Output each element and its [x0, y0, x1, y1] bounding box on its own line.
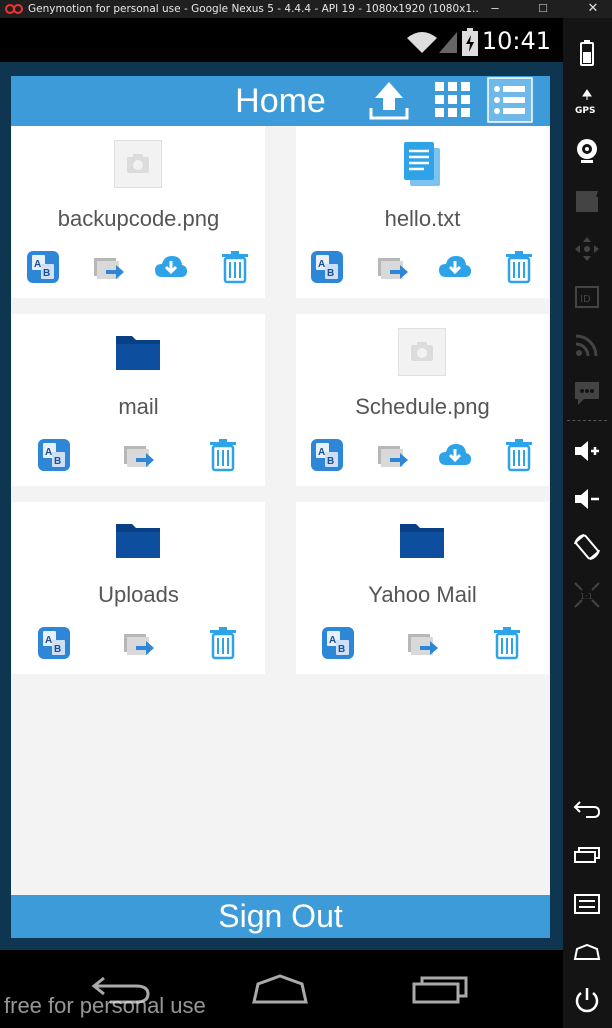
upload-icon[interactable]: [367, 78, 411, 122]
delete-icon[interactable]: [502, 438, 536, 472]
menu-icon[interactable]: [572, 889, 602, 919]
folder-icon: [400, 524, 444, 558]
folder-card[interactable]: Yahoo Mail A B: [296, 502, 549, 674]
svg-text:A: A: [329, 635, 336, 646]
power-icon[interactable]: [572, 985, 602, 1015]
rss-icon[interactable]: [572, 330, 602, 360]
dpad-icon[interactable]: [572, 234, 602, 264]
recents-icon[interactable]: [572, 841, 602, 871]
webcam-icon[interactable]: [572, 136, 602, 166]
folder-card[interactable]: mail A B: [12, 314, 265, 486]
status-time: 10:41: [481, 27, 551, 55]
move-icon[interactable]: [376, 250, 410, 284]
image-thumbnail-icon: [398, 328, 446, 376]
move-icon[interactable]: [122, 438, 156, 472]
svg-text:GPS: GPS: [575, 106, 595, 116]
delete-icon[interactable]: [490, 626, 524, 660]
id-icon[interactable]: ID: [572, 282, 602, 312]
svg-text:A: A: [318, 447, 325, 458]
download-icon[interactable]: [438, 250, 472, 284]
svg-text:A: A: [45, 447, 52, 458]
delete-icon[interactable]: [218, 250, 252, 284]
file-name: backupcode.png: [57, 206, 220, 231]
delete-icon[interactable]: [502, 250, 536, 284]
genymotion-logo-icon: [5, 4, 23, 14]
download-icon[interactable]: [154, 250, 188, 284]
rename-icon[interactable]: A B: [37, 438, 71, 472]
volume-down-icon[interactable]: [572, 484, 602, 514]
sign-out-button[interactable]: Sign Out: [11, 895, 550, 938]
file-card[interactable]: hello.txt A B: [296, 126, 549, 298]
battery-icon[interactable]: [572, 38, 602, 68]
svg-text:ID: ID: [580, 294, 591, 305]
svg-text:B: B: [54, 456, 61, 467]
svg-text:B: B: [338, 644, 345, 655]
rename-icon[interactable]: A B: [310, 250, 344, 284]
minimize-button[interactable]: –: [480, 0, 510, 18]
svg-text:1:1: 1:1: [580, 592, 593, 601]
app-header: Home: [11, 76, 550, 126]
file-card[interactable]: Schedule.png A B: [296, 314, 549, 486]
maximize-button[interactable]: □: [528, 0, 558, 18]
rename-icon[interactable]: A B: [310, 438, 344, 472]
back-icon[interactable]: [572, 793, 602, 823]
battery-icon: [462, 28, 478, 56]
rotate-icon[interactable]: [572, 532, 602, 562]
recents-icon[interactable]: [410, 972, 474, 1006]
download-icon[interactable]: [438, 438, 472, 472]
app-frame: Home backupcode.png A B hello.txt A B ma…: [0, 62, 563, 950]
delete-icon[interactable]: [206, 438, 240, 472]
file-name: Yahoo Mail: [368, 582, 477, 607]
rename-icon[interactable]: A B: [321, 626, 355, 660]
move-icon[interactable]: [122, 626, 156, 660]
app-screen: Home backupcode.png A B hello.txt A B ma…: [11, 76, 550, 938]
file-name: Schedule.png: [355, 394, 490, 419]
rename-icon[interactable]: A B: [26, 250, 60, 284]
svg-text:A: A: [318, 259, 325, 270]
file-card[interactable]: backupcode.png A B: [12, 126, 265, 298]
file-name: Uploads: [98, 582, 179, 607]
wifi-icon: [407, 32, 437, 53]
move-icon[interactable]: [376, 438, 410, 472]
file-name: mail: [118, 394, 159, 419]
home-icon[interactable]: [248, 972, 312, 1006]
home-icon[interactable]: [572, 937, 602, 967]
panel-divider: [567, 420, 607, 421]
text-document-icon: [404, 142, 440, 186]
move-icon[interactable]: [92, 250, 126, 284]
svg-text:B: B: [327, 268, 334, 279]
file-name: hello.txt: [384, 206, 461, 231]
delete-icon[interactable]: [206, 626, 240, 660]
svg-text:B: B: [54, 644, 61, 655]
video-capture-icon[interactable]: [572, 186, 602, 216]
emulator-title-bar: Genymotion for personal use - Google Nex…: [0, 0, 612, 18]
svg-text:A: A: [45, 635, 52, 646]
status-bar: 10:41: [0, 18, 563, 62]
svg-text:B: B: [43, 268, 50, 279]
svg-text:B: B: [327, 456, 334, 467]
folder-icon: [116, 524, 160, 558]
watermark-text: free for personal use: [4, 993, 206, 1018]
image-thumbnail-icon: [114, 140, 162, 188]
signal-icon: [439, 32, 457, 53]
emulator-side-panel: GPS ID 1:1: [563, 18, 612, 1028]
window-title: Genymotion for personal use - Google Nex…: [28, 3, 478, 15]
close-button[interactable]: ✕: [578, 0, 608, 18]
grid-view-icon[interactable]: [431, 78, 475, 122]
svg-text:A: A: [34, 259, 41, 270]
volume-up-icon[interactable]: [572, 436, 602, 466]
gps-icon[interactable]: GPS: [572, 88, 602, 118]
folder-card[interactable]: Uploads A B: [12, 502, 265, 674]
list-view-icon[interactable]: [487, 77, 533, 123]
rename-icon[interactable]: A B: [37, 626, 71, 660]
scale-icon[interactable]: 1:1: [572, 580, 602, 610]
folder-icon: [116, 336, 160, 370]
sms-icon[interactable]: [572, 378, 602, 408]
move-icon[interactable]: [406, 626, 440, 660]
